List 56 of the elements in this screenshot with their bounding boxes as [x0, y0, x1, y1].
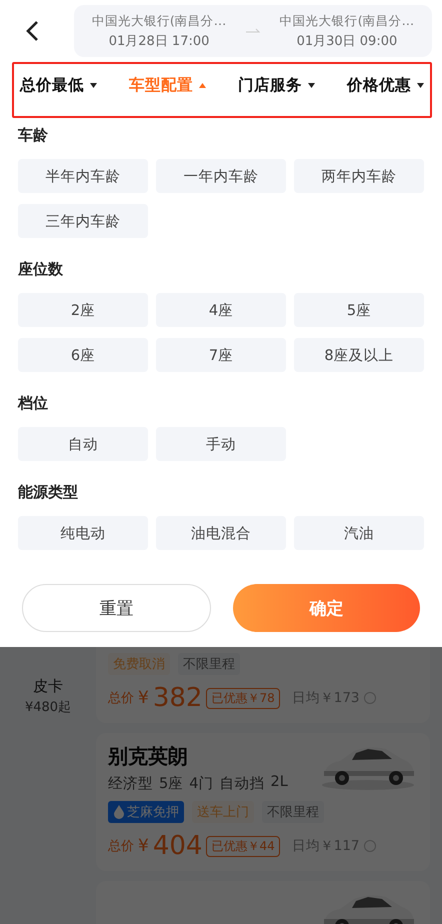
pickup-time: 01月28日 17:00 — [108, 32, 210, 50]
dim-overlay[interactable] — [0, 647, 442, 924]
caret-icon — [308, 82, 315, 88]
category-price: ¥480起 — [24, 699, 72, 716]
caret-icon — [199, 82, 206, 88]
option-chip[interactable]: 一年内车龄 — [156, 159, 286, 193]
option-chip[interactable]: 6座 — [18, 338, 148, 372]
car-spec: 2L — [270, 774, 288, 792]
option-chip[interactable]: 4座 — [156, 293, 286, 327]
option-chip[interactable]: 三年内车龄 — [18, 204, 148, 238]
dropoff-time: 01月30日 09:00 — [296, 32, 398, 50]
car-spec: 4门 — [189, 774, 214, 793]
drop-icon — [113, 805, 125, 819]
service-tag: 送车上门 — [192, 801, 254, 823]
option-chip[interactable]: 2座 — [18, 293, 148, 327]
option-chip[interactable]: 纯电动 — [18, 516, 148, 550]
help-icon[interactable] — [364, 840, 376, 852]
deposit-tag: 芝麻免押 — [108, 801, 184, 823]
price-label: 总价 — [108, 838, 134, 855]
section-title: 车龄 — [18, 126, 49, 145]
caret-icon — [417, 82, 424, 88]
option-chip[interactable]: 5座 — [294, 293, 424, 327]
total-price: 404 — [152, 831, 202, 861]
discount-badge: 已优惠￥44 — [206, 836, 280, 856]
service-tag: 免费取消 — [108, 653, 170, 675]
option-chip[interactable]: 自动 — [18, 427, 148, 461]
help-icon[interactable] — [364, 692, 376, 704]
section-title: 座位数 — [18, 260, 64, 279]
discount-badge: 已优惠￥78 — [206, 688, 280, 708]
car-name: 别克英朗 — [108, 743, 189, 770]
car-spec: 5座 — [159, 774, 184, 793]
option-chip[interactable]: 油电混合 — [156, 516, 286, 550]
option-chip[interactable]: 7座 — [156, 338, 286, 372]
price-label: 总价 — [108, 690, 134, 707]
pickup-location: 中国光大银行(南昌分… — [92, 12, 226, 30]
filter-tab[interactable]: 价格优惠 — [345, 70, 426, 100]
filter-tab[interactable]: 总价最低 — [18, 70, 99, 100]
feature-tag: 不限里程 — [178, 653, 240, 675]
option-chip[interactable]: 8座及以上 — [294, 338, 424, 372]
option-chip[interactable]: 手动 — [156, 427, 286, 461]
car-spec: 经济型 — [108, 774, 153, 793]
section-title: 能源类型 — [18, 483, 79, 502]
route-card[interactable]: 中国光大银行(南昌分… 01月28日 17:00 中国光大银行(南昌分… 01月30日 09:00 — [74, 5, 432, 57]
filter-tab[interactable]: 门店服务 — [236, 70, 317, 100]
option-chip[interactable]: 两年内车龄 — [294, 159, 424, 193]
caret-icon — [90, 82, 97, 88]
option-chip[interactable]: 半年内车龄 — [18, 159, 148, 193]
total-price: 382 — [152, 683, 202, 713]
feature-tag: 不限里程 — [262, 801, 324, 823]
dropoff-location: 中国光大银行(南昌分… — [280, 12, 414, 30]
reset-button[interactable]: 重置 — [22, 584, 211, 632]
section-title: 档位 — [18, 394, 49, 413]
option-chip[interactable]: 汽油 — [294, 516, 424, 550]
currency-sign: ¥ — [138, 836, 149, 856]
currency-sign: ¥ — [138, 688, 149, 708]
car-spec: 自动挡 — [219, 775, 264, 793]
